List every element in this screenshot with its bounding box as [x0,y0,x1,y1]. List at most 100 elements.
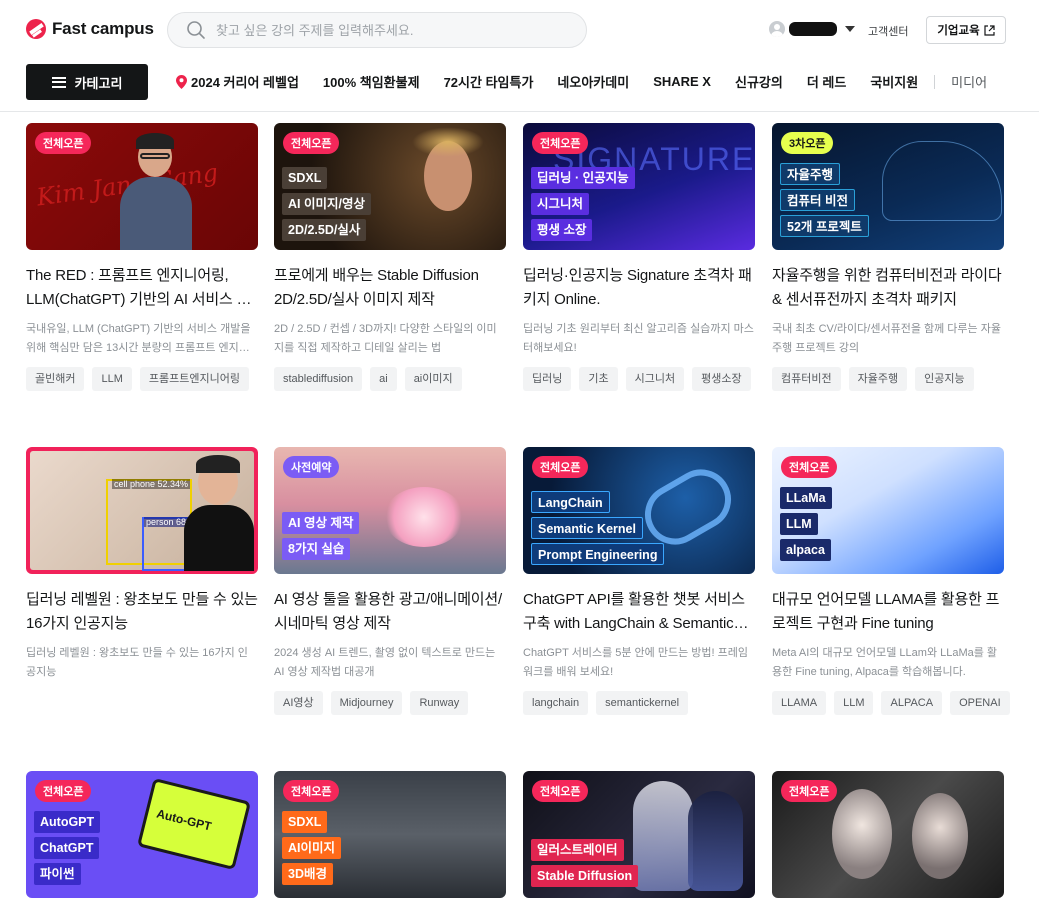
status-badge: 사전예약 [283,456,340,478]
course-title[interactable]: 딥러닝 레벨원 : 왕초보도 만들 수 있는 16가지 인공지능 [26,588,258,636]
course-card[interactable]: 전체오픈 SDXL AI이미지 3D배경 [274,771,506,898]
nav-item-label: 2024 커리어 레벨업 [191,75,299,90]
course-tags: 컴퓨터비전 자율주행 인공지능 [772,367,1004,391]
course-title[interactable]: The RED : 프롬프트 엔지니어링, LLM(ChatGPT) 기반의 A… [26,264,258,312]
course-thumbnail[interactable]: 전체오픈 LLaMa LLM alpaca [772,447,1004,574]
course-tag: 프롬프트엔지니어링 [139,367,249,391]
instructor-photo [184,455,254,571]
status-badge: 전체오픈 [35,780,92,802]
course-card[interactable]: 전체오픈 LLaMa LLM alpaca 대규모 언어모델 LLAMA를 활용… [772,447,1010,715]
thumbnail-tag: AI 영상 제작 [282,512,360,534]
category-button[interactable]: 카테고리 [26,64,148,100]
thumbnail-tag: 딥러닝 · 인공지능 [531,167,635,189]
course-card[interactable]: 전체오픈 LangChain Semantic Kernel Prompt En… [523,447,755,715]
course-card[interactable]: 전체오픈 SDXL AI 이미지/영상 2D/2.5D/실사 프로에게 배우는 … [274,123,506,391]
search-bar[interactable] [167,12,587,48]
thumbnail-tag-stack: AI 영상 제작 8가지 실습 [282,512,360,560]
nav-item-timedeal[interactable]: 72시간 타임특가 [444,72,534,91]
search-input[interactable] [216,22,556,38]
course-title[interactable]: 대규모 언어모델 LLAMA를 활용한 프로젝트 구현과 Fine tuning [772,588,1004,636]
course-tags: 딥러닝 기초 시그니처 평생소장 [523,367,755,391]
course-card[interactable]: 전체오픈 일러스트레이터 Stable Diffusion [523,771,755,898]
course-tag: ALPACA [881,691,943,715]
course-card[interactable]: 사전예약 AI 영상 제작 8가지 실습 AI 영상 툴을 활용한 광고/애니메… [274,447,506,715]
fastcampus-logo[interactable]: Fast campus [26,19,154,39]
course-card[interactable]: Kim Jang Gang 전체오픈 The RED : 프롬프트 엔지니어링,… [26,123,258,391]
thumbnail-tag-stack: 딥러닝 · 인공지능 시그니처 평생 소장 [531,167,635,241]
nav-item-sharex[interactable]: SHARE X [653,74,711,89]
course-thumbnail[interactable]: 전체오픈 SDXL AI 이미지/영상 2D/2.5D/실사 [274,123,506,250]
category-label: 카테고리 [74,75,123,91]
course-tag: stablediffusion [274,367,363,391]
course-tag: LLM [92,367,132,391]
thumbnail-tag: LangChain [531,491,610,513]
thumbnail-tag: 시그니처 [531,193,590,215]
course-card[interactable]: SIGNATURE 전체오픈 딥러닝 · 인공지능 시그니처 평생 소장 딥러닝… [523,123,755,391]
nav-item-neo-academy[interactable]: 네오아카데미 [557,72,629,91]
course-tags: AI영상 Midjourney Runway [274,691,506,715]
nav-divider [934,74,936,89]
nav-item-career-levelup[interactable]: 2024 커리어 레벨업 [176,72,299,91]
nav-item-govt-support[interactable]: 국비지원 [870,72,918,91]
course-thumbnail[interactable]: Auto-GPT 전체오픈 AutoGPT ChatGPT 파이썬 [26,771,258,898]
user-name-redacted[interactable] [789,22,837,36]
course-thumbnail[interactable]: 3차오픈 자율주행 컴퓨터 비전 52개 프로젝트 [772,123,1004,250]
course-thumbnail[interactable]: Kim Jang Gang 전체오픈 [26,123,258,250]
course-description: 2D / 2.5D / 컨셉 / 3D까지! 다양한 스타일의 이미지를 직접 … [274,323,497,354]
course-title[interactable]: AI 영상 툴을 활용한 광고/애니메이션/시네마틱 영상 제작 [274,588,506,636]
course-tag: ai [370,367,397,391]
course-thumbnail[interactable]: 전체오픈 [772,771,1004,898]
course-thumbnail[interactable]: 사전예약 AI 영상 제작 8가지 실습 [274,447,506,574]
nav-item-the-red[interactable]: 더 레드 [807,72,847,91]
thumbnail-tag-stack: 자율주행 컴퓨터 비전 52개 프로젝트 [780,163,869,237]
user-menu[interactable] [769,21,855,37]
search-icon[interactable] [186,20,206,40]
external-link-icon [984,24,995,36]
thumbnail-tag: 8가지 실습 [282,538,351,560]
course-thumbnail[interactable]: 전체오픈 LangChain Semantic Kernel Prompt En… [523,447,755,574]
course-tag: OPENAI [950,691,1010,715]
nav-item-media[interactable]: 미디어 [951,72,987,91]
avatar-icon[interactable] [769,21,785,37]
course-title[interactable]: 프로에게 배우는 Stable Diffusion 2D/2.5D/실사 이미지… [274,264,506,312]
status-badge: 전체오픈 [532,780,589,802]
nav-item-refund[interactable]: 100% 책임환불제 [323,72,420,91]
course-tag: 컴퓨터비전 [772,367,841,391]
status-badge: 전체오픈 [781,456,838,478]
course-card[interactable]: Auto-GPT 전체오픈 AutoGPT ChatGPT 파이썬 [26,771,258,898]
course-card[interactable]: 전체오픈 [772,771,1004,898]
course-thumbnail[interactable]: SIGNATURE 전체오픈 딥러닝 · 인공지능 시그니처 평생 소장 [523,123,755,250]
course-tag: semantickernel [596,691,689,715]
thumbnail-tag-stack: SDXL AI이미지 3D배경 [282,811,342,885]
chevron-down-icon[interactable] [845,26,855,32]
course-title[interactable]: 딥러닝·인공지능 Signature 초격차 패키지 Online. [523,264,755,312]
lotus-flower-image [384,487,464,547]
course-tag: 인공지능 [915,367,974,391]
course-tag: 골빈해커 [26,367,85,391]
course-thumbnail[interactable]: cell phone 52.34% person 68.75% [26,447,258,574]
course-description: 국내 최초 CV/라이다/센서퓨전을 함께 다루는 자율주행 프로젝트 강의 [772,323,1001,354]
thumbnail-tag: ChatGPT [34,837,100,859]
nav-item-new-courses[interactable]: 신규강의 [735,72,783,91]
thumbnail-tag: Semantic Kernel [531,517,643,539]
thumbnail-tag: alpaca [780,539,831,561]
status-badge: 전체오픈 [35,132,92,154]
logo-text: Fast campus [52,19,154,38]
customer-center-link[interactable]: 고객센터 [868,23,908,39]
corporate-education-button[interactable]: 기업교육 [926,16,1006,44]
course-card[interactable]: 3차오픈 자율주행 컴퓨터 비전 52개 프로젝트 자율주행을 위한 컴퓨터비전… [772,123,1004,391]
course-description: 2024 생성 AI 트렌드, 촬영 없이 텍스트로 만드는 AI 영상 제작법… [274,647,496,678]
course-tag: 평생소장 [692,367,751,391]
illustration-character [832,789,892,879]
golden-crown-decoration [412,127,484,157]
course-card[interactable]: cell phone 52.34% person 68.75% 딥러닝 레벨원 … [26,447,258,682]
course-title[interactable]: ChatGPT API를 활용한 챗봇 서비스 구축 with LangChai… [523,588,755,636]
thumbnail-tag: Prompt Engineering [531,543,665,565]
illustration-character [912,793,968,879]
course-thumbnail[interactable]: 전체오픈 일러스트레이터 Stable Diffusion [523,771,755,898]
course-title[interactable]: 자율주행을 위한 컴퓨터비전과 라이다 & 센서퓨전까지 초격차 패키지 [772,264,1004,312]
thumbnail-tag: AI 이미지/영상 [282,193,371,215]
status-badge: 전체오픈 [283,132,340,154]
thumbnail-tag-stack: LangChain Semantic Kernel Prompt Enginee… [531,491,665,565]
course-thumbnail[interactable]: 전체오픈 SDXL AI이미지 3D배경 [274,771,506,898]
